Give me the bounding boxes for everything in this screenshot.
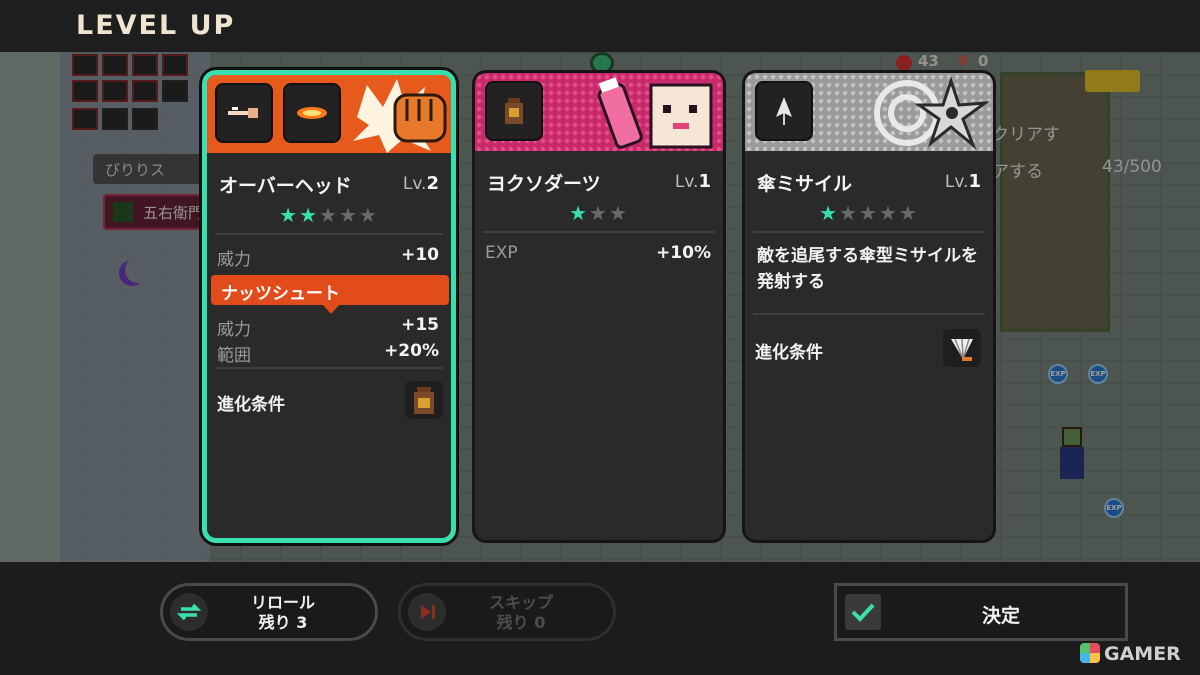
- star-empty-icon: ★: [589, 201, 609, 225]
- stat-value: +10%: [656, 243, 711, 263]
- evolution-stat-row: 威力 +15: [217, 315, 439, 340]
- stat-value: +20%: [384, 341, 439, 361]
- gamer-logo-icon: [1080, 643, 1100, 663]
- evolution-condition-label: 進化条件: [755, 343, 823, 363]
- fireball-icon: [283, 83, 341, 143]
- stat-row: EXP +10%: [485, 243, 711, 267]
- star-filled-icon: ★: [299, 203, 320, 227]
- evolution-condition-label: 進化条件: [217, 395, 285, 415]
- star-empty-icon: ★: [878, 201, 899, 225]
- skill-description: 敵を追尾する傘型ミサイルを発射する: [757, 246, 978, 292]
- stat-value: +10: [401, 245, 439, 265]
- divider: [753, 313, 985, 315]
- stat-label: 威力: [217, 250, 251, 270]
- stat-label: EXP: [485, 243, 518, 263]
- divider: [753, 231, 985, 233]
- fan-icon: [943, 329, 981, 367]
- skip-button[interactable]: スキップ 残り 0: [398, 583, 616, 641]
- divider: [215, 367, 443, 369]
- screen-title: LEVEL UP: [76, 10, 236, 41]
- divider: [483, 231, 715, 233]
- skill-level: Lv.1: [944, 171, 981, 192]
- evolution-name-banner: ナッツシュート: [211, 275, 449, 314]
- overhead-kick-icon: [215, 83, 273, 143]
- watermark: GAMER: [1080, 643, 1181, 665]
- star-rating: ★★★: [475, 201, 723, 225]
- skill-name: オーバーヘッド: [219, 175, 352, 197]
- card-art: [745, 73, 993, 151]
- star-rating: ★★★★★: [745, 201, 993, 225]
- upgrade-card-umbrella-missile[interactable]: 傘ミサイル Lv.1 ★★★★★ 敵を追尾する傘型ミサイルを発射する 進化条件: [742, 70, 996, 543]
- card-header: 傘ミサイル Lv.1: [757, 169, 981, 195]
- star-rating: ★★★★★: [207, 203, 451, 227]
- star-empty-icon: ★: [839, 201, 860, 225]
- star-empty-icon: ★: [338, 203, 359, 227]
- star-filled-icon: ★: [279, 203, 300, 227]
- divider: [215, 233, 443, 235]
- star-empty-icon: ★: [898, 201, 919, 225]
- shuriken-icon: [874, 76, 991, 150]
- skill-name: 傘ミサイル: [757, 173, 853, 195]
- upgrade-card-overhead[interactable]: オーバーヘッド Lv.2 ★★★★★ 威力 +10 ナッツシュート 威力 +15…: [202, 70, 456, 543]
- stat-value: +15: [401, 315, 439, 335]
- stat-row: 威力 +10: [217, 245, 439, 270]
- skill-name: ヨクソダーツ: [487, 173, 601, 195]
- star-empty-icon: ★: [859, 201, 879, 225]
- star-filled-icon: ★: [569, 201, 590, 225]
- reroll-button[interactable]: リロール 残り 3: [160, 583, 378, 641]
- card-art: [475, 73, 723, 151]
- jar-icon: [485, 81, 543, 141]
- upgrade-card-yokusodarts[interactable]: ヨクソダーツ Lv.1 ★★★ EXP +10%: [472, 70, 726, 543]
- skip-label: スキップ 残り 0: [488, 593, 553, 632]
- confirm-button[interactable]: 決定: [834, 583, 1128, 641]
- skill-level: Lv.1: [674, 171, 711, 192]
- fist-icon: [353, 79, 447, 153]
- jar-icon: [405, 381, 443, 419]
- reroll-label: リロール 残り 3: [250, 593, 315, 632]
- star-empty-icon: ★: [319, 203, 339, 227]
- confirm-label: 決定: [981, 605, 1020, 627]
- stat-label: 範囲: [217, 346, 251, 366]
- star-filled-icon: ★: [819, 201, 840, 225]
- card-header: ヨクソダーツ Lv.1: [487, 169, 711, 195]
- star-empty-icon: ★: [358, 203, 379, 227]
- card-header: オーバーヘッド Lv.2: [219, 171, 439, 197]
- checkmark-icon: [845, 594, 881, 630]
- skill-level: Lv.2: [402, 173, 439, 194]
- star-empty-icon: ★: [608, 201, 629, 225]
- umbrella-icon: [755, 81, 813, 141]
- card-art: [207, 75, 451, 153]
- evolution-stat-row: 範囲 +20%: [217, 341, 439, 366]
- top-bar: LEVEL UP: [0, 0, 1200, 52]
- bottle-icon: [597, 77, 713, 149]
- stat-label: 威力: [217, 320, 251, 340]
